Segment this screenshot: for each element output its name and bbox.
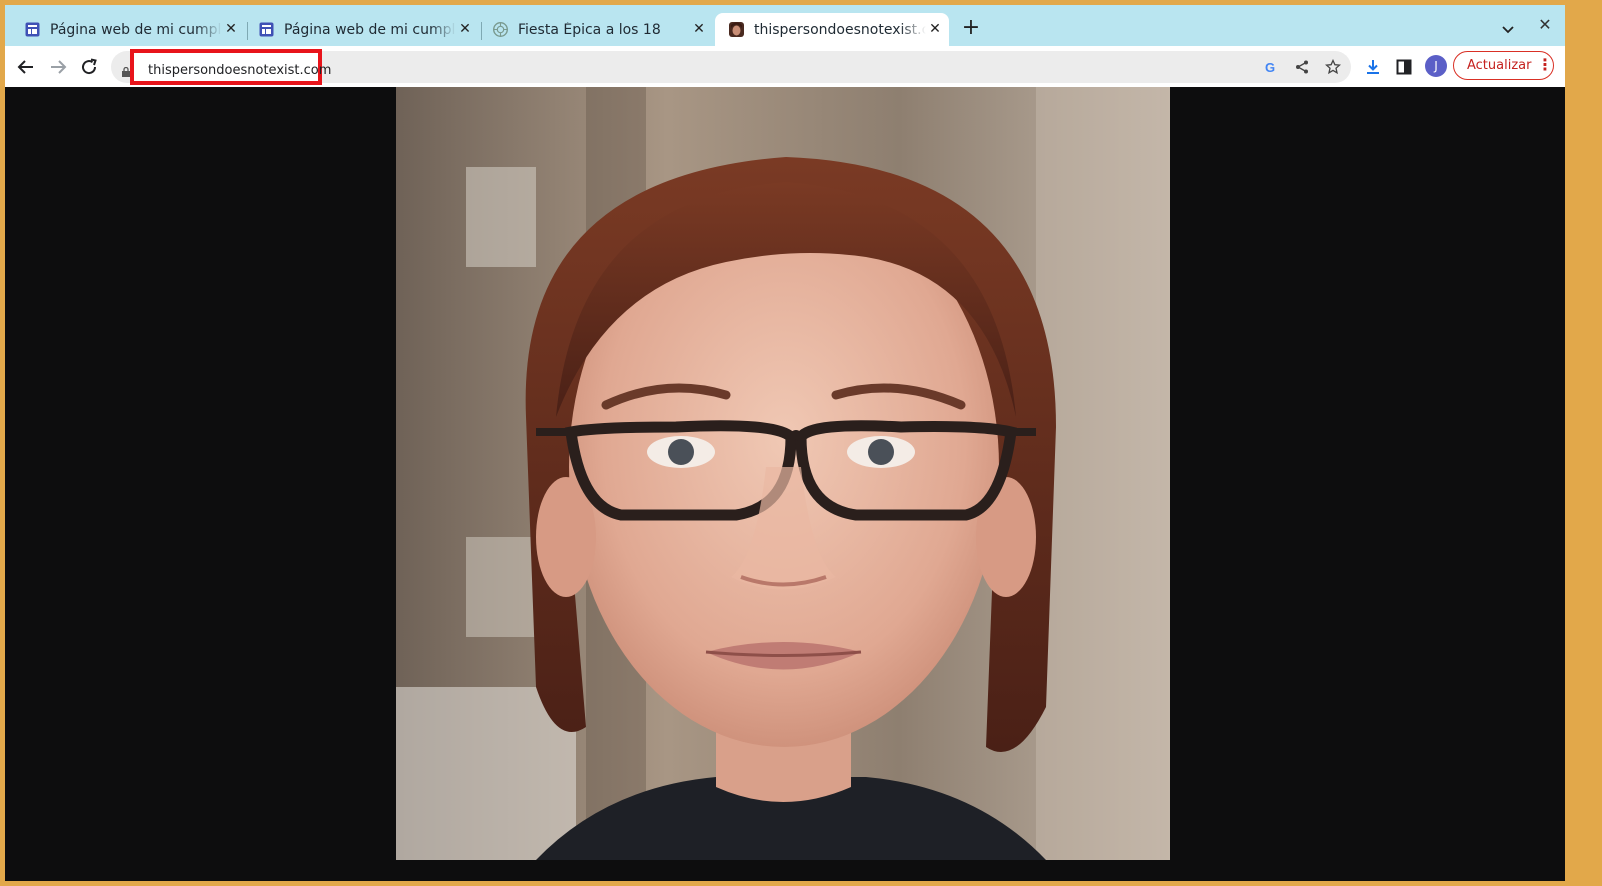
profile-avatar[interactable]: J [1425, 55, 1447, 77]
page-content [5, 87, 1565, 881]
share-icon[interactable] [1294, 59, 1310, 75]
tab-title: Página web de mi cumpleaños [284, 21, 456, 38]
tab-strip: Página web de mi cumpleaños ✕ Página web… [5, 5, 1565, 46]
url-highlight-box: thispersondoesnotexist.com [130, 49, 331, 85]
reload-icon[interactable] [78, 56, 100, 78]
browser-window: Página web de mi cumpleaños ✕ Página web… [5, 5, 1565, 881]
chatgpt-icon [493, 22, 508, 37]
portrait-image [396, 87, 1170, 860]
tab-title: Fiesta Épica a los 18 [518, 21, 661, 38]
svg-text:G: G [1265, 60, 1275, 75]
tab-thispersondoesnotexist[interactable]: thispersondoesnotexist.com ✕ [715, 13, 949, 46]
face-favicon [729, 22, 744, 37]
back-arrow-icon[interactable] [15, 56, 37, 78]
more-menu-icon[interactable]: ⋮ [1537, 55, 1553, 75]
update-button[interactable]: Actualizar ⋮ [1453, 51, 1554, 80]
portrait-illustration [396, 87, 1170, 860]
new-tab-button[interactable]: + [961, 17, 981, 39]
address-bar[interactable]: thispersondoesnotexist.com G [111, 49, 1351, 85]
sites-icon [259, 22, 274, 37]
download-icon[interactable] [1364, 58, 1382, 76]
close-tab-icon[interactable]: ✕ [927, 21, 943, 37]
close-tab-icon[interactable]: ✕ [223, 21, 239, 37]
url-text[interactable]: thispersondoesnotexist.com [148, 63, 331, 78]
tab-search-chevron-icon[interactable] [1498, 19, 1518, 39]
close-tab-icon[interactable]: ✕ [457, 21, 473, 37]
browser-toolbar: thispersondoesnotexist.com G J Actualiza… [5, 46, 1565, 87]
close-tab-icon[interactable]: ✕ [691, 21, 707, 37]
tab-birthday-site-1[interactable]: Página web de mi cumpleaños ✕ [11, 13, 245, 46]
tab-fiesta-epica[interactable]: Fiesta Épica a los 18 ✕ [479, 13, 713, 46]
tab-title: thispersondoesnotexist.com [754, 21, 926, 38]
google-lens-icon[interactable]: G [1263, 59, 1279, 75]
window-close-icon[interactable]: ✕ [1536, 16, 1554, 34]
update-button-label: Actualizar [1467, 58, 1532, 73]
side-panel-icon[interactable] [1395, 58, 1413, 76]
forward-arrow-icon[interactable] [47, 56, 69, 78]
sites-icon [25, 22, 40, 37]
bookmark-star-icon[interactable] [1325, 59, 1341, 75]
tab-birthday-site-2[interactable]: Página web de mi cumpleaños ✕ [245, 13, 479, 46]
tab-title: Página web de mi cumpleaños [50, 21, 222, 38]
